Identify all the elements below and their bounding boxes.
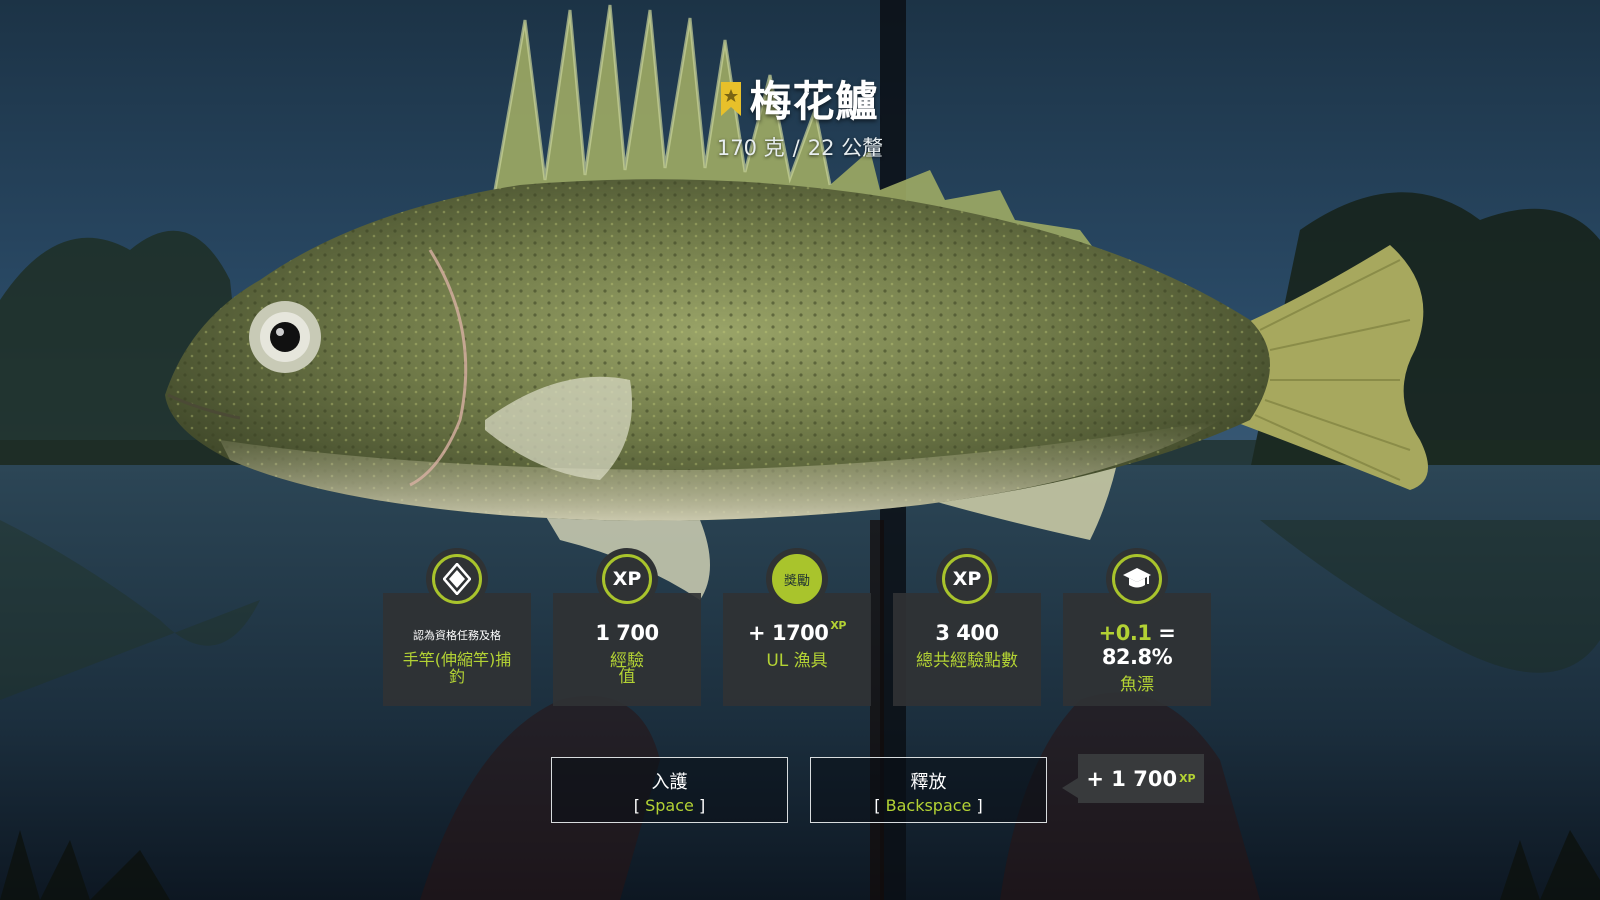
keep-key-name: Space xyxy=(645,796,694,815)
xp-badge-text: XP xyxy=(602,554,652,604)
reward-gear-label: UL 漁具 xyxy=(766,651,828,671)
card-qualification-badge xyxy=(426,548,488,610)
release-button-key: [ Backspace ] xyxy=(874,796,983,815)
reward-amount: 1700 xyxy=(771,621,829,645)
qualification-text: 認為資格任務及格 xyxy=(413,629,501,642)
release-key-name: Backspace xyxy=(885,796,972,815)
total-xp-label: 總共經驗點數 xyxy=(916,651,1018,671)
reward-plus: + xyxy=(748,621,766,645)
xp-value: 1 700 xyxy=(595,621,659,645)
card-xp-badge: XP xyxy=(596,548,658,610)
catch-header: 梅花鱸 xyxy=(0,68,1600,129)
total-xp-value: 3 400 xyxy=(935,621,999,645)
skill-increment: +0.1 xyxy=(1098,621,1152,645)
qualification-task-line1: 手竿(伸縮竿)捕 xyxy=(402,650,512,669)
release-button-label: 釋放 xyxy=(910,772,947,793)
xp-tooltip-value: + 1 700 xyxy=(1086,766,1178,791)
reward-value: + 1700 XP xyxy=(723,619,871,645)
graduation-cap-icon xyxy=(1112,554,1162,604)
fish-stats: 170 克 / 22 公釐 xyxy=(0,132,1600,162)
skill-value: +0.1 = 82.8% xyxy=(1063,621,1211,669)
fish-weight: 170 克 xyxy=(716,136,785,160)
xp-tooltip-arrow xyxy=(1062,778,1078,798)
stats-separator: / xyxy=(792,136,800,160)
total-xp-badge-text: XP xyxy=(942,554,992,604)
qualification-task-line2: 釣 xyxy=(448,667,465,686)
diamond-icon xyxy=(432,554,482,604)
keep-button-key: [ Space ] xyxy=(633,796,706,815)
fish-species-name: 梅花鱸 xyxy=(749,77,879,126)
release-button[interactable]: 釋放 [ Backspace ] xyxy=(810,757,1047,823)
xp-label-line2: 值 xyxy=(618,667,636,687)
reward-unit: XP xyxy=(830,619,846,632)
reward-badge-text: 獎勵 xyxy=(772,554,822,604)
xp-tooltip: + 1 700 XP xyxy=(1078,754,1204,803)
keep-button[interactable]: 入護 [ Space ] xyxy=(551,757,788,823)
card-skill-badge xyxy=(1106,548,1168,610)
fish-length: 22 公釐 xyxy=(807,136,884,160)
bookmark-star-icon xyxy=(721,81,742,116)
card-total-xp-badge: XP xyxy=(936,548,998,610)
skill-label: 魚漂 xyxy=(1120,675,1154,695)
xp-tooltip-unit: XP xyxy=(1179,772,1196,785)
keep-button-label: 入護 xyxy=(651,772,688,793)
card-reward-badge: 獎勵 xyxy=(766,548,828,610)
